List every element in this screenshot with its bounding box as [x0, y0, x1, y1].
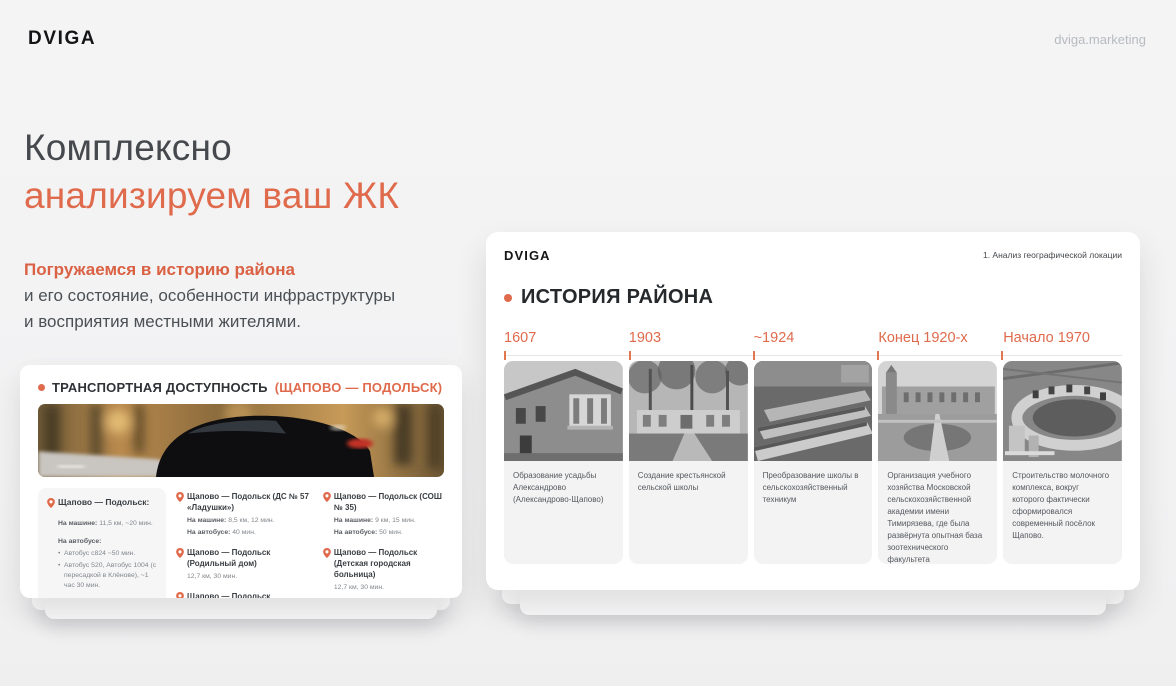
- destination-title: Щапово — Подольск (ДС № 57 «Ладушки»): [187, 492, 309, 512]
- intro-line2: и его состояние, особенности инфраструкт…: [24, 286, 396, 305]
- destination-title: Щапово — Подольск (Подольская областная …: [187, 592, 271, 598]
- summary-by-bus: На автобусе: Автобус с824 ~50 мин. Автоб…: [47, 537, 157, 591]
- transport-slide-title: ТРАНСПОРТНАЯ ДОСТУПНОСТЬ: [52, 380, 268, 395]
- timeline-item-text: Строительство молочного комплекса, вокру…: [1012, 471, 1110, 540]
- timeline-tick-icon: [628, 351, 631, 360]
- timeline-year: ~1924: [753, 330, 795, 346]
- map-pin-icon: [323, 548, 331, 580]
- car-driving-autumn-road-photo: [38, 404, 444, 477]
- timeline-year: Конец 1920-х: [878, 330, 968, 346]
- intro-paragraph: Погружаемся в историю района и его состо…: [24, 257, 395, 335]
- by-car-label: На машине:: [187, 517, 227, 524]
- slide-section-label: 1. Анализ географической локации: [982, 250, 1122, 260]
- by-car-label: На машине:: [333, 517, 374, 524]
- by-bus-label: На автобусе:: [187, 529, 231, 536]
- destination-title: Щапово — Подольск (СОШ № 35): [333, 492, 442, 512]
- map-pin-icon: [176, 592, 184, 598]
- destination-by-bus: На автобусе: 40 мин.: [176, 528, 313, 538]
- by-bus-label: На автобусе:: [58, 538, 102, 545]
- summary-by-car: На машине: 11,5 км, ~20 мин.: [47, 519, 157, 529]
- timeline-year: 1607: [504, 330, 537, 346]
- destination-distance: 12,7 км, 30 мин.: [187, 573, 238, 580]
- site-url-label: dviga.marketing: [1054, 32, 1146, 47]
- classroom-desks-photo: [753, 361, 873, 461]
- page-title: Комплексно анализируем ваш ЖК: [24, 124, 399, 220]
- transport-slide-card: ТРАНСПОРТНАЯ ДОСТУПНОСТЬ (ЩАПОВО — ПОДОЛ…: [20, 365, 462, 598]
- transport-summary-title-row: Щапово — Подольск:: [47, 497, 157, 511]
- destination-by-car: На машине: 8,5 км, 12 мин.: [176, 516, 313, 526]
- history-slide-header: DVIGA 1. Анализ географической локации: [504, 248, 1122, 263]
- page-title-line1: Комплексно: [24, 127, 232, 168]
- timeline-year: 1903: [628, 330, 662, 346]
- transport-summary-panel: Щапово — Подольск: На машине: 11,5 км, ~…: [38, 488, 166, 598]
- timeline-panels: Образование усадьбы Александрово (Алекса…: [504, 361, 1122, 564]
- intro-line3: и восприятия местными жителями.: [24, 312, 301, 331]
- destination-item: Щапово — Подольск (Подольская областная …: [176, 591, 313, 598]
- timeline-axis-line: [504, 351, 1122, 360]
- by-car-value: 9 км, 15 мин.: [375, 517, 416, 524]
- intro-highlight: Погружаемся в историю района: [24, 260, 295, 279]
- destination-by-car: На машине: 9 км, 15 мин.: [323, 516, 444, 526]
- timeline-year: Начало 1970: [1003, 330, 1090, 346]
- milking-carousel-photo: [1003, 361, 1122, 461]
- timeline-tick-icon: [1001, 351, 1004, 360]
- transport-destinations-column-2: Щапово — Подольск (СОШ № 35) На машине: …: [323, 488, 444, 598]
- transport-slide-stack-layer-2: [45, 595, 437, 619]
- map-pin-icon: [47, 498, 55, 511]
- timeline-tick-icon: [753, 351, 756, 360]
- transport-slide-header: ТРАНСПОРТНАЯ ДОСТУПНОСТЬ (ЩАПОВО — ПОДОЛ…: [38, 380, 444, 395]
- destination-item: Щапово — Подольск (Детская городская бол…: [323, 547, 444, 593]
- destination-title: Щапово — Подольск (Родильный дом): [187, 548, 271, 568]
- destination-item: Щапово — Подольск (ДС № 57 «Ладушки») На…: [176, 491, 313, 538]
- timeline-years-row: 1607 1903 ~1924 Конец 1920-х Начало 1970: [504, 330, 1122, 346]
- timeline-item: Образование усадьбы Александрово (Алекса…: [504, 361, 623, 564]
- timeline-item-text: Образование усадьбы Александрово (Алекса…: [513, 471, 604, 504]
- by-bus-value: 40 мин.: [232, 529, 256, 536]
- village-school-photo: [628, 361, 748, 461]
- history-slide-title: ИСТОРИЯ РАЙОНА: [521, 286, 714, 308]
- transport-columns: Щапово — Подольск: На машине: 11,5 км, ~…: [38, 488, 444, 598]
- timeline-tick-icon: [504, 351, 506, 360]
- brand-logo: DVIGA: [28, 28, 97, 49]
- timeline-item-text: Организация учебного хозяйства Московско…: [887, 471, 983, 564]
- bus-option-1: Автобус с824 ~50 мин.: [58, 549, 157, 559]
- map-pin-icon: [176, 492, 184, 513]
- timeline-item-text: Создание крестьянской сельской школы: [637, 471, 726, 492]
- timeline-item-text: Преобразование школы в сельскохозяйствен…: [762, 471, 859, 504]
- slide-brand-logo: DVIGA: [504, 248, 551, 263]
- bullet-dot-icon: [504, 293, 512, 302]
- by-car-value: 8,5 км, 12 мин.: [228, 517, 275, 524]
- bus-option-2: Автобус 520, Автобус 1004 (с пересадкой …: [58, 561, 157, 591]
- map-pin-icon: [176, 548, 184, 569]
- history-slide-stack-layer-2: [520, 589, 1106, 615]
- bullet-dot-icon: [38, 384, 45, 391]
- destination-title: Щапово — Подольск (Детская городская бол…: [333, 548, 418, 579]
- transport-slide-title-suffix: (ЩАПОВО — ПОДОЛЬСК): [274, 380, 443, 395]
- manor-house-photo: [504, 361, 623, 461]
- by-bus-value: 50 мин.: [379, 529, 403, 536]
- destination-item: Щапово — Подольск (Родильный дом) 12,7 к…: [176, 547, 313, 582]
- transport-summary-title: Щапово — Подольск:: [58, 497, 150, 507]
- academy-estate-photo: [878, 361, 998, 461]
- timeline-tick-icon: [877, 351, 880, 360]
- transport-destinations-column-1: Щапово — Подольск (ДС № 57 «Ладушки») На…: [176, 488, 313, 598]
- timeline-item: Преобразование школы в сельскохозяйствен…: [753, 361, 873, 564]
- by-car-label: На машине:: [58, 520, 98, 527]
- map-pin-icon: [323, 492, 331, 513]
- history-slide-card: DVIGA 1. Анализ географической локации И…: [486, 232, 1140, 590]
- by-car-value: 11,5 км, ~20 мин.: [99, 520, 153, 527]
- by-bus-label: На автобусе:: [333, 529, 378, 536]
- destination-by-bus: На автобусе: 50 мин.: [323, 528, 444, 538]
- page-title-line2: анализируем ваш ЖК: [24, 175, 400, 216]
- history-slide-title-row: ИСТОРИЯ РАЙОНА: [504, 286, 1122, 309]
- destination-item: Щапово — Подольск (СОШ № 35) На машине: …: [323, 491, 444, 538]
- timeline-item: Строительство молочного комплекса, вокру…: [1003, 361, 1122, 564]
- timeline-item: Создание крестьянской сельской школы: [628, 361, 748, 564]
- destination-distance: 12,7 км, 30 мин.: [333, 584, 384, 591]
- timeline-item: Организация учебного хозяйства Московско…: [878, 361, 998, 564]
